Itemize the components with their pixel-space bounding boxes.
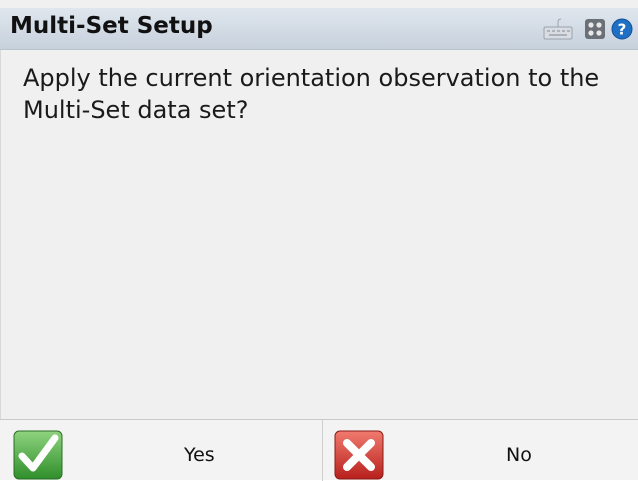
- yes-button[interactable]: Yes: [0, 420, 323, 481]
- window-title: Multi-Set Setup: [10, 13, 213, 39]
- confirmation-message: Apply the current orientation observatio…: [23, 64, 600, 124]
- button-bar: Yes No: [0, 419, 638, 481]
- help-icon[interactable]: ?: [611, 18, 633, 40]
- no-button-label: No: [506, 444, 532, 466]
- svg-text:?: ?: [618, 21, 627, 39]
- keyboard-icon[interactable]: [543, 18, 573, 40]
- yes-button-label: Yes: [184, 444, 215, 466]
- title-bar: Multi-Set Setup ?: [0, 8, 638, 50]
- dialog-content: Apply the current orientation observatio…: [0, 50, 638, 419]
- grid-icon[interactable]: [585, 18, 605, 40]
- close-icon: [334, 430, 384, 480]
- no-button[interactable]: No: [323, 420, 638, 481]
- check-icon: [13, 430, 63, 480]
- dialog-window: Multi-Set Setup ? Apply the current orie…: [0, 0, 638, 481]
